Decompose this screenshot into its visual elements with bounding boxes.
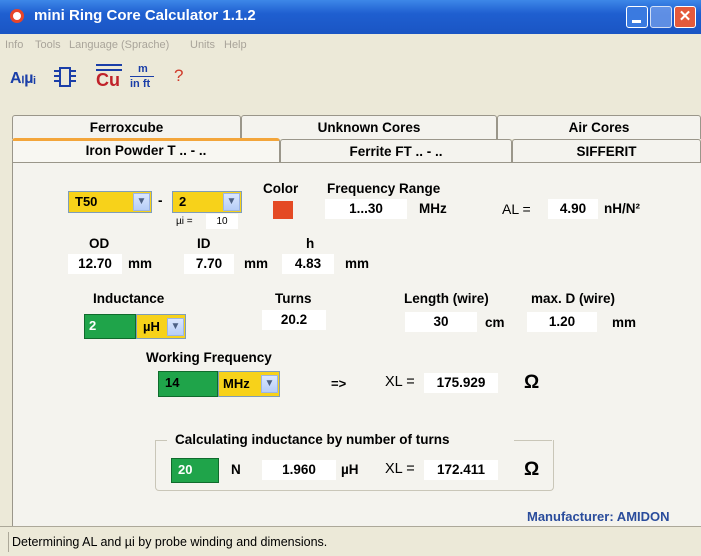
menu-help[interactable]: Help xyxy=(224,39,247,51)
unit-divider xyxy=(130,76,154,77)
inductance-unit-select[interactable]: µH ▼ xyxy=(136,314,186,339)
od-label: OD xyxy=(89,236,110,251)
status-text: Determining AL and µi by probe winding a… xyxy=(12,535,328,549)
calc-xl-value: 172.411 xyxy=(424,460,498,480)
frequency-range-unit: MHz xyxy=(419,201,447,216)
inductance-unit-value: µH xyxy=(143,319,160,334)
h-value: 4.83 xyxy=(282,254,334,274)
al-unit: nH/N² xyxy=(604,201,640,216)
turns-label: Turns xyxy=(275,291,312,306)
menu-info[interactable]: Info xyxy=(5,39,23,51)
working-frequency-unit-select[interactable]: MHz ▼ xyxy=(218,371,280,397)
length-value: 30 xyxy=(405,312,477,332)
app-icon xyxy=(10,9,24,23)
calc-inductance-value: 1.960 xyxy=(262,460,336,480)
calc-legend: Calculating inductance by number of turn… xyxy=(173,432,452,447)
tab-iron-powder[interactable]: Iron Powder T .. - .. xyxy=(12,138,280,163)
tab-air-cores[interactable]: Air Cores xyxy=(497,115,701,139)
core-type-select[interactable]: T50 ▼ xyxy=(68,191,152,213)
core-icon[interactable] xyxy=(52,64,78,90)
working-frequency-label: Working Frequency xyxy=(146,350,272,365)
core-dash: - xyxy=(158,193,163,208)
chevron-down-icon[interactable]: ▼ xyxy=(261,375,278,393)
diameter-label: max. D (wire) xyxy=(531,291,616,306)
calc-inductance-unit: µH xyxy=(341,462,359,477)
chevron-down-icon[interactable]: ▼ xyxy=(167,318,184,336)
inductance-label: Inductance xyxy=(93,291,165,306)
calc-turns-input[interactable]: 20 xyxy=(171,458,219,483)
menu-language[interactable]: Language (Sprache) xyxy=(69,39,169,51)
inductance-input[interactable]: 2 xyxy=(84,314,136,339)
menu-units[interactable]: Units xyxy=(190,39,215,51)
od-value: 12.70 xyxy=(68,254,122,274)
turns-value: 20.2 xyxy=(262,310,326,330)
calc-xl-label: XL = xyxy=(385,461,415,477)
xl-label: XL = xyxy=(385,374,415,390)
help-icon[interactable]: ? xyxy=(174,66,183,86)
core-type-value: T50 xyxy=(75,194,98,209)
unit-inft-label[interactable]: in ft xyxy=(130,78,150,90)
color-swatch xyxy=(273,201,293,219)
tab-ferroxcube[interactable]: Ferroxcube xyxy=(12,115,241,139)
menu-tools[interactable]: Tools xyxy=(35,39,61,51)
window-title: mini Ring Core Calculator 1.1.2 xyxy=(34,7,256,24)
maximize-button[interactable] xyxy=(650,6,672,28)
calc-border-left xyxy=(155,440,167,441)
h-label: h xyxy=(306,236,315,251)
tab-sifferit[interactable]: SIFFERIT xyxy=(512,139,701,163)
frequency-range-label: Frequency Range xyxy=(327,181,441,196)
al-label: AL = xyxy=(502,201,531,217)
working-frequency-input[interactable]: 14 xyxy=(158,371,218,397)
tab-ferrite[interactable]: Ferrite FT .. - .. xyxy=(280,139,512,163)
close-button[interactable]: ✕ xyxy=(674,6,696,28)
tab-unknown-cores[interactable]: Unknown Cores xyxy=(241,115,497,139)
chevron-down-icon[interactable]: ▼ xyxy=(133,193,150,211)
copper-icon[interactable]: Cu xyxy=(96,70,120,91)
calc-border-right xyxy=(514,440,552,441)
id-value: 7.70 xyxy=(184,254,234,274)
length-unit: cm xyxy=(485,315,505,330)
diameter-value: 1.20 xyxy=(527,312,597,332)
mu-label: µi = xyxy=(176,216,193,227)
color-label: Color xyxy=(263,181,299,196)
status-divider xyxy=(8,532,9,552)
manufacturer-label: Manufacturer: AMIDON xyxy=(527,509,670,524)
al-mu-icon[interactable]: Aₗµᵢ xyxy=(10,68,36,88)
mu-value: 10 xyxy=(206,214,238,229)
core-mix-value: 2 xyxy=(179,194,187,209)
calc-ohm-symbol: Ω xyxy=(524,459,540,480)
h-unit: mm xyxy=(345,256,370,271)
minimize-button[interactable] xyxy=(626,6,648,28)
ohm-symbol: Ω xyxy=(524,372,540,393)
od-unit: mm xyxy=(128,256,153,271)
unit-m-label[interactable]: m xyxy=(138,63,148,75)
diameter-unit: mm xyxy=(612,315,637,330)
al-value: 4.90 xyxy=(548,199,598,219)
id-unit: mm xyxy=(244,256,269,271)
calc-n-label: N xyxy=(231,462,241,477)
length-label: Length (wire) xyxy=(404,291,489,306)
working-frequency-unit-value: MHz xyxy=(223,376,250,391)
xl-value: 175.929 xyxy=(424,373,498,393)
chevron-down-icon[interactable]: ▼ xyxy=(223,193,240,211)
arrow-indicator: => xyxy=(331,376,347,391)
frequency-range-value: 1...30 xyxy=(325,199,407,219)
core-mix-select[interactable]: 2 ▼ xyxy=(172,191,242,213)
id-label: ID xyxy=(197,236,211,251)
